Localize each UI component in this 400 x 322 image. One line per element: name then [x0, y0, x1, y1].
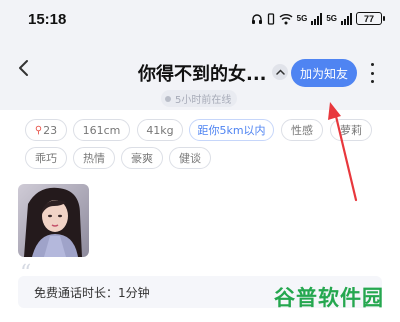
female-pin-icon: ⚲ — [34, 124, 43, 136]
tag-talkative: 健谈 — [169, 147, 211, 169]
back-button[interactable] — [16, 58, 36, 82]
profile-header: 你得不到的女... 加为知友 5小时前在线 — [0, 40, 400, 110]
status-dot-icon — [165, 95, 171, 102]
more-dot-icon — [370, 71, 374, 75]
watermark: 谷普软件园 — [274, 286, 384, 310]
wifi-icon — [279, 13, 293, 24]
status-icons: 5G 5G 77 — [251, 12, 385, 25]
more-dot-icon — [370, 63, 374, 66]
network-type-2: 5G — [326, 14, 337, 23]
free-call-duration: 免费通话时长：1分钟 — [34, 286, 150, 300]
tag-label: 23 — [43, 123, 58, 137]
network-type-1: 5G — [296, 14, 308, 23]
tag-distance: 距你5km以内 — [189, 119, 274, 141]
chevron-left-icon — [19, 60, 28, 76]
vibrate-icon — [267, 12, 274, 25]
tag-height: 161cm — [73, 119, 130, 141]
tag-weight: 41kg — [137, 119, 183, 141]
chevron-up-icon — [275, 69, 285, 75]
page-title: 你得不到的女... — [138, 64, 267, 85]
collapse-button[interactable] — [272, 64, 288, 80]
add-friend-button[interactable]: 加为知友 — [291, 59, 357, 87]
tag-loli: 萝莉 — [330, 119, 372, 141]
tag-passionate: 热情 — [73, 147, 115, 169]
portrait-image — [18, 184, 89, 257]
profile-photo[interactable] — [18, 184, 89, 257]
tag-sexy: 性感 — [281, 119, 323, 141]
more-options-button[interactable] — [367, 63, 377, 83]
online-status: 5小时前在线 — [161, 90, 238, 107]
status-time: 15:18 — [28, 11, 67, 28]
status-bar: 15:18 5G 5G 77 — [0, 0, 400, 40]
tag-age: ⚲ 23 — [25, 119, 67, 141]
headphones-icon — [251, 13, 262, 24]
signal-icon-2 — [341, 12, 352, 25]
online-status-text: 5小时前在线 — [175, 95, 232, 106]
tag-obedient: 乖巧 — [25, 147, 67, 169]
battery-icon: 77 — [356, 12, 385, 25]
signal-icon — [311, 12, 323, 25]
tag-generous: 豪爽 — [121, 147, 163, 169]
more-dot-icon — [370, 80, 374, 83]
